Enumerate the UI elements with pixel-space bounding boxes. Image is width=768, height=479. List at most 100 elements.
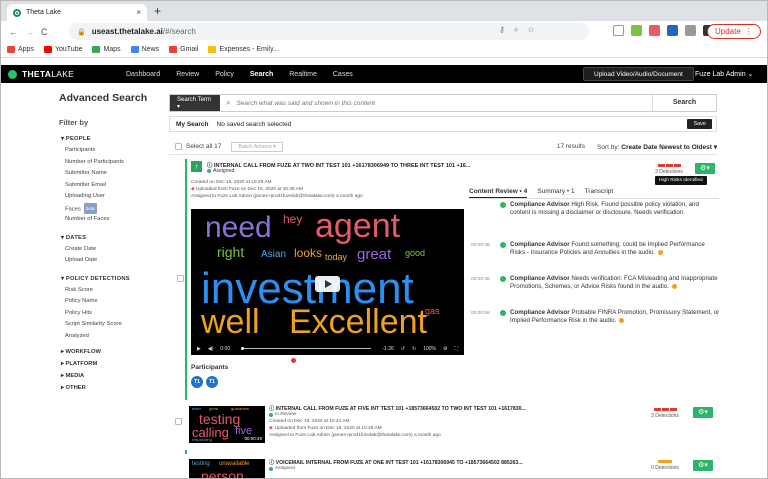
search-term-dropdown[interactable]: Search Term ▾ bbox=[170, 95, 220, 111]
extension-icon[interactable] bbox=[649, 25, 660, 36]
extension-icon[interactable] bbox=[613, 25, 624, 36]
new-tab-button[interactable]: + bbox=[154, 4, 161, 18]
participant-avatar[interactable]: T1 bbox=[191, 376, 203, 388]
dates-section[interactable]: ▾ DATES bbox=[61, 235, 165, 241]
batch-actions-button[interactable]: Batch Actions ▾ bbox=[231, 141, 284, 152]
arrow-up-icon[interactable]: ↑ bbox=[191, 161, 202, 172]
close-tab-icon[interactable]: × bbox=[136, 8, 141, 17]
sidebar-item-faces[interactable]: Faces beta bbox=[65, 202, 165, 214]
forward-icon[interactable]: → bbox=[25, 27, 34, 37]
thetalake-logo[interactable]: THETALAKE bbox=[8, 69, 126, 79]
gear-actions-button[interactable]: ⚙▾ bbox=[695, 163, 715, 174]
extension-icon[interactable] bbox=[667, 25, 678, 36]
bookmark-item[interactable]: Maps bbox=[92, 46, 121, 53]
tab-summary[interactable]: Summary • 1 bbox=[537, 188, 574, 198]
sidebar-section-media[interactable]: ▸ MEDIA bbox=[61, 370, 165, 382]
thumb-word: responding bbox=[192, 437, 212, 442]
volume-icon[interactable]: ◀) bbox=[208, 346, 214, 352]
select-all-checkbox[interactable] bbox=[175, 143, 182, 150]
logo-icon bbox=[8, 69, 17, 79]
policy-detections-section[interactable]: ▾ POLICY DETECTIONS bbox=[61, 276, 165, 282]
reload-icon[interactable]: C bbox=[41, 27, 48, 37]
fullscreen-icon[interactable]: ⛶ bbox=[454, 346, 458, 352]
bookmark-icon bbox=[130, 46, 139, 53]
extension-icon[interactable] bbox=[685, 25, 696, 36]
url-host: useast.thetalake.ai bbox=[91, 27, 163, 36]
sort-by[interactable]: Sort by: Create Date Newest to Oldest ▾ bbox=[597, 143, 717, 151]
tab-transcript[interactable]: Transcript bbox=[585, 188, 614, 198]
rewind-icon[interactable]: ↺ bbox=[401, 346, 405, 352]
assigned-info: Assigned to Fuze Lab Admin (james+prod1f… bbox=[191, 194, 363, 199]
people-section[interactable]: ▾ PEOPLE bbox=[61, 136, 165, 142]
star-icon[interactable]: ☆ bbox=[527, 25, 534, 35]
nav-cases[interactable]: Cases bbox=[333, 71, 353, 78]
sidebar-item-script-similarity-score[interactable]: Script Similarity Score bbox=[65, 319, 165, 331]
video-thumbnail[interactable]: team great guarantee testing calling five resp… bbox=[189, 406, 265, 443]
bookmark-item[interactable]: News bbox=[130, 46, 159, 53]
participant-avatar[interactable]: T1 bbox=[206, 376, 218, 388]
bookmark-item[interactable]: Apps bbox=[7, 46, 34, 53]
tab-content-review[interactable]: Content Review • 4 bbox=[469, 188, 528, 198]
result-title[interactable]: ⓘ INTERNAL CALL FROM FUZE AT FIVE INT TE… bbox=[269, 405, 526, 412]
zoom-icon[interactable]: ⌕ bbox=[514, 25, 518, 35]
bookmark-item[interactable]: Expenses - Emily... bbox=[208, 46, 279, 53]
nav-dashboard[interactable]: Dashboard bbox=[126, 71, 160, 78]
result-title[interactable]: ⓘ INTERNAL CALL FROM FUZE AT TWO INT TES… bbox=[207, 161, 470, 169]
key-icon[interactable]: ⚷ bbox=[499, 25, 505, 35]
row-checkbox[interactable] bbox=[175, 418, 182, 425]
video-thumbnail[interactable]: testing unavailable person bbox=[189, 459, 265, 478]
finding-item: 00:00:48 Compliance Advisor Needs verific… bbox=[471, 275, 720, 305]
nav-review[interactable]: Review bbox=[176, 71, 199, 78]
nav-policy[interactable]: Policy bbox=[215, 71, 234, 78]
sidebar-item-submitter-email[interactable]: Submitter Email bbox=[65, 180, 165, 192]
video-scrubber[interactable] bbox=[241, 347, 372, 350]
video-player[interactable]: need hey agent right Asian looks today great goo… bbox=[191, 209, 464, 355]
sidebar-item-create-date[interactable]: Create Date bbox=[65, 244, 165, 256]
finding-timestamp[interactable]: 00:00:48 bbox=[471, 276, 490, 284]
save-button[interactable]: Save bbox=[687, 119, 712, 129]
upload-button[interactable]: Upload Video/Audio/Document bbox=[583, 67, 694, 81]
gear-actions-button[interactable]: ⚙▾ bbox=[693, 407, 713, 418]
result-title[interactable]: ⓘ VOICEMAIL INTERNAL FROM FUZE AT ONE IN… bbox=[269, 459, 523, 466]
my-search-label: My Search bbox=[176, 120, 209, 128]
update-button[interactable]: Update ⋮ bbox=[707, 24, 761, 39]
settings-icon[interactable]: ⚙ bbox=[443, 346, 447, 352]
sidebar-section-workflow[interactable]: ▸ WORKFLOW bbox=[61, 346, 165, 358]
finding-timestamp[interactable]: 00:00:58 bbox=[471, 310, 490, 318]
sidebar-section-other[interactable]: ▸ OTHER bbox=[61, 382, 165, 394]
row-checkbox[interactable] bbox=[177, 275, 184, 282]
user-account-menu[interactable]: Fuze Lab Admin ⌄ bbox=[695, 70, 753, 78]
sidebar-item-upload-date[interactable]: Upload Date bbox=[65, 255, 165, 267]
sidebar-section-platform[interactable]: ▸ PLATFORM bbox=[61, 358, 165, 370]
saved-search-select[interactable]: No saved search selected bbox=[217, 121, 292, 128]
extension-icon[interactable] bbox=[631, 25, 642, 36]
back-icon[interactable]: ← bbox=[9, 27, 18, 37]
search-button[interactable]: Search bbox=[652, 95, 716, 111]
uploaded-info: ◆ Uploaded from Fuze on Dec 16, 2020 at … bbox=[191, 187, 303, 192]
sidebar-item-participants[interactable]: Participants bbox=[65, 145, 165, 157]
timeline-marker[interactable] bbox=[291, 358, 296, 363]
nav-search[interactable]: Search bbox=[250, 71, 273, 78]
speed-label[interactable]: 100% bbox=[423, 346, 436, 352]
bookmark-item[interactable]: YouTube bbox=[43, 46, 82, 53]
sidebar-item-number-of-faces[interactable]: Number of Faces bbox=[65, 214, 165, 226]
finding-timestamp[interactable]: 00:00:48 bbox=[471, 242, 490, 250]
play-button[interactable] bbox=[315, 276, 340, 292]
play-icon[interactable]: ▶ bbox=[197, 346, 201, 352]
detections-indicator[interactable]: 3 Detections bbox=[649, 164, 689, 175]
browser-tab[interactable]: Theta Lake × bbox=[7, 4, 147, 21]
sidebar-item-policy-hits[interactable]: Policy Hits bbox=[65, 308, 165, 320]
detections-indicator[interactable]: 0 Detections bbox=[645, 460, 685, 471]
search-input[interactable] bbox=[230, 96, 652, 110]
forward-icon[interactable]: ↻ bbox=[412, 346, 416, 352]
nav-realtime[interactable]: Realtime bbox=[289, 71, 317, 78]
sidebar-item-analyzed[interactable]: Analyzed bbox=[65, 331, 165, 343]
sidebar-item-number-of-participants[interactable]: Number of Participants bbox=[65, 157, 165, 169]
gear-actions-button[interactable]: ⚙▾ bbox=[693, 460, 713, 471]
sidebar-item-uploading-user[interactable]: Uploading User bbox=[65, 191, 165, 203]
sidebar-item-policy-name[interactable]: Policy Name bbox=[65, 296, 165, 308]
sidebar-item-risk-score[interactable]: Risk Score bbox=[65, 285, 165, 297]
bookmark-item[interactable]: Gmail bbox=[169, 46, 198, 53]
detections-indicator[interactable]: 3 Detections bbox=[645, 408, 685, 419]
sidebar-item-submitter-name[interactable]: Submitter Name bbox=[65, 168, 165, 180]
